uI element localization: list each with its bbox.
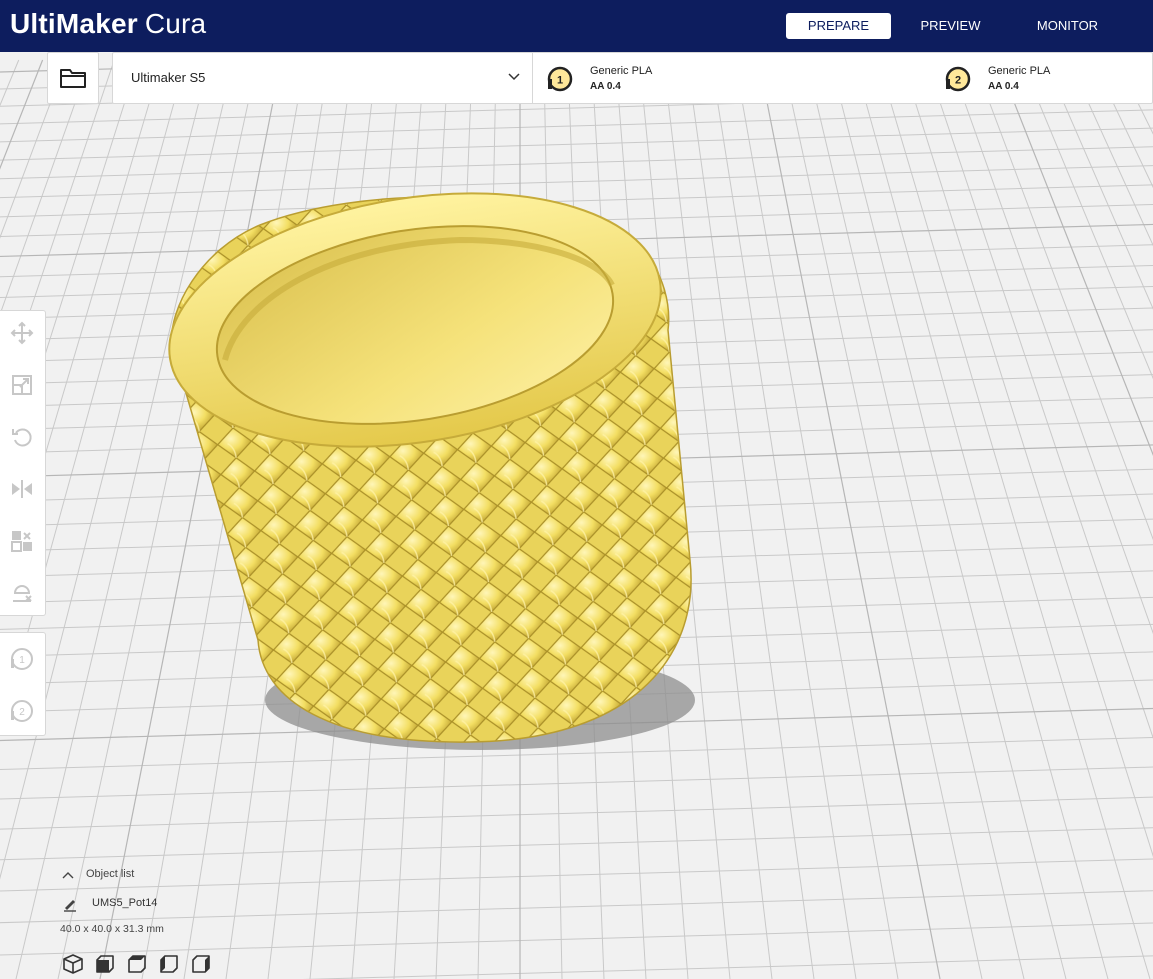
extruder-1-icon: 1 <box>11 648 33 670</box>
per-model-settings-icon <box>11 531 32 552</box>
extruder-1-number: 1 <box>19 655 25 666</box>
move-tool-button[interactable] <box>8 319 36 347</box>
folder-icon <box>60 69 86 88</box>
open-file-button[interactable] <box>47 52 99 104</box>
extruder-badge-icon: 1 <box>547 66 573 92</box>
extruder-1-button[interactable]: 1 <box>8 645 36 673</box>
left-view-icon <box>160 955 178 973</box>
object-name[interactable]: UMS5_Pot14 <box>92 897 157 909</box>
tab-prepare[interactable]: PREPARE <box>786 13 891 39</box>
extruder-material: Generic PLA <box>988 65 1051 77</box>
extruder-material: Generic PLA <box>590 65 653 77</box>
machine-name: Ultimaker S5 <box>131 70 206 85</box>
view-right-button[interactable] <box>189 952 213 976</box>
per-model-settings-button[interactable] <box>8 527 36 555</box>
view-top-button[interactable] <box>125 952 149 976</box>
header-bar: UltiMaker Cura PREPARE PREVIEW MONITOR <box>0 0 1153 52</box>
view-3d-button[interactable] <box>61 952 85 976</box>
extruder-badge-icon: 2 <box>945 66 971 92</box>
extruder-1-selector[interactable]: 1 Generic PLA AA 0.4 <box>546 53 926 103</box>
view-front-button[interactable] <box>93 952 117 976</box>
extruder-2-number: 2 <box>19 707 25 718</box>
brand-name: UltiMaker <box>10 8 138 39</box>
brand-product: Cura <box>144 8 207 39</box>
extruder-2-selector[interactable]: 2 Generic PLA AA 0.4 <box>944 53 1144 103</box>
scale-icon <box>12 375 32 395</box>
top-view-icon <box>128 955 146 973</box>
support-blocker-button[interactable] <box>8 579 36 607</box>
right-view-icon <box>192 955 210 973</box>
tab-monitor[interactable]: MONITOR <box>1015 13 1120 39</box>
extruder-nozzle: AA 0.4 <box>590 81 621 92</box>
printer-bar: Ultimaker S5 1 Generic PLA AA 0.4 2 Gene… <box>112 52 1153 104</box>
extruder-badge-number: 1 <box>557 75 563 87</box>
pencil-icon[interactable] <box>62 896 78 912</box>
object-dimensions: 40.0 x 40.0 x 31.3 mm <box>60 923 164 935</box>
3d-view-icon <box>63 954 83 974</box>
chevron-up-icon <box>62 872 74 879</box>
move-icon <box>10 321 34 345</box>
mirror-icon <box>12 480 32 498</box>
extruder-tool-panel: 1 2 <box>0 632 46 736</box>
object-list-panel: Object list UMS5_Pot14 40.0 x 40.0 x 31.… <box>58 862 318 979</box>
view-left-button[interactable] <box>157 952 181 976</box>
mirror-tool-button[interactable] <box>8 475 36 503</box>
chevron-down-icon <box>508 73 520 81</box>
extruder-badge-number: 2 <box>955 75 961 87</box>
app-logo: UltiMaker Cura <box>10 8 206 40</box>
support-blocker-icon <box>13 585 32 602</box>
scale-tool-button[interactable] <box>8 371 36 399</box>
front-view-icon <box>96 955 114 973</box>
object-list-label: Object list <box>86 868 135 880</box>
tab-preview[interactable]: PREVIEW <box>898 13 1003 39</box>
rotate-icon <box>12 428 32 447</box>
extruder-nozzle: AA 0.4 <box>988 81 1019 92</box>
machine-selector[interactable]: Ultimaker S5 <box>113 53 533 103</box>
rotate-tool-button[interactable] <box>8 423 36 451</box>
build-plate-viewport[interactable] <box>0 0 1153 979</box>
extruder-2-button[interactable]: 2 <box>8 697 36 725</box>
tool-panel <box>0 310 46 616</box>
extruder-2-icon: 2 <box>11 700 33 722</box>
